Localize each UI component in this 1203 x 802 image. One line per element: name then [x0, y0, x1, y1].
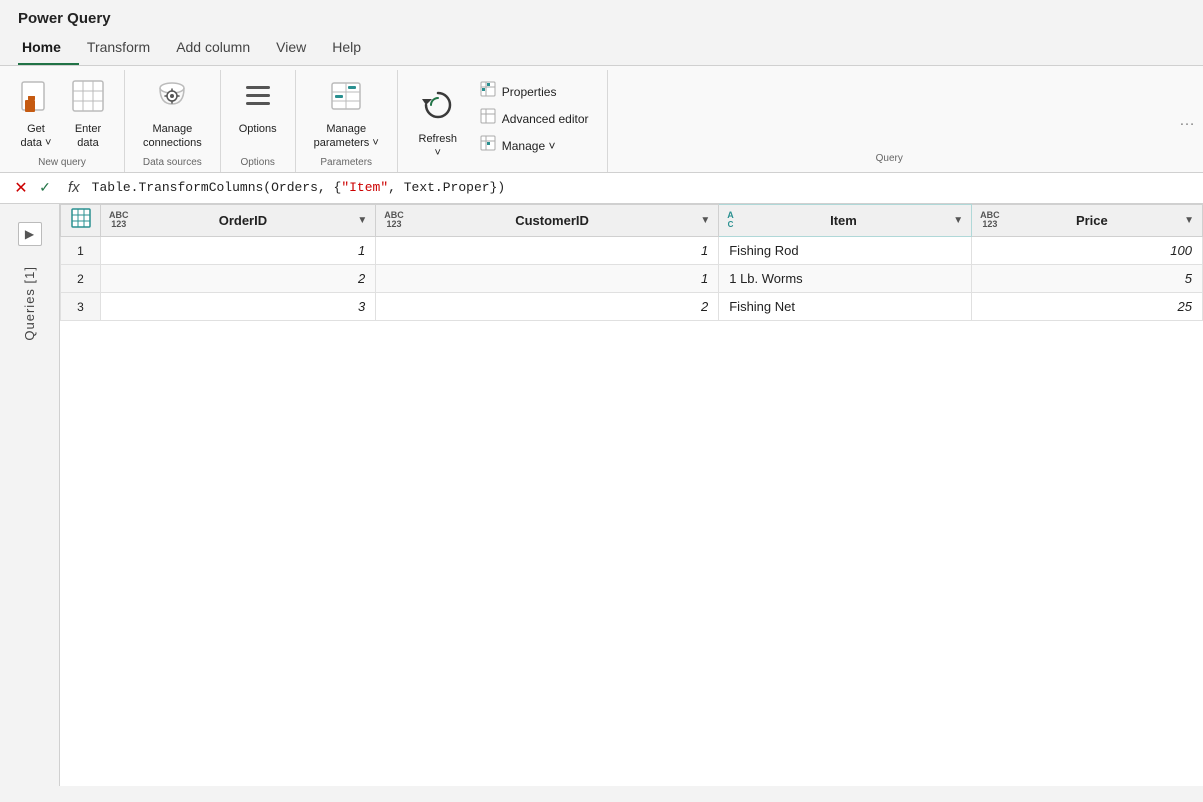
- properties-button[interactable]: Properties: [472, 78, 597, 105]
- manage-parameters-button[interactable]: Manageparameters ˅: [306, 74, 387, 155]
- data-sources-group-label: Data sources: [135, 155, 210, 172]
- advanced-editor-button[interactable]: Advanced editor: [472, 105, 597, 132]
- row2-item: 1 Lb. Worms: [719, 265, 972, 293]
- row3-order-id: 3: [101, 293, 376, 321]
- options-button[interactable]: Options: [231, 74, 285, 140]
- ribbon-group-options: Options Options: [221, 70, 296, 172]
- row2-customer-id: 1: [376, 265, 719, 293]
- price-col-label: Price: [1004, 213, 1180, 228]
- row1-customer-id: 1: [376, 237, 719, 265]
- data-area: ABC123 OrderID ▼ ABC123 CustomerID ▼: [60, 204, 1203, 786]
- row1-order-id: 1: [101, 237, 376, 265]
- manage-connections-button[interactable]: Manageconnections: [135, 74, 210, 155]
- row2-price: 5: [972, 265, 1203, 293]
- fx-label: fx: [68, 179, 80, 196]
- item-dropdown-icon[interactable]: ▼: [953, 215, 963, 226]
- ribbon-group-query: Refresh˅ Properties: [398, 70, 608, 172]
- options-label: Options: [239, 122, 277, 136]
- order-id-dropdown-icon[interactable]: ▼: [357, 215, 367, 226]
- advanced-editor-icon: [480, 108, 496, 129]
- query-right-buttons: Properties Advanced editor: [472, 74, 597, 163]
- customer-id-dropdown-icon[interactable]: ▼: [700, 215, 710, 226]
- enter-data-label: Enterdata: [75, 122, 101, 151]
- price-dropdown-icon[interactable]: ▼: [1184, 215, 1194, 226]
- get-data-icon: [18, 78, 54, 119]
- ribbon-tabs: Home Transform Add column View Help: [0, 31, 1203, 66]
- manage-parameters-icon: [328, 78, 364, 119]
- col-header-price[interactable]: ABC123 Price ▼: [972, 204, 1203, 237]
- refresh-button[interactable]: Refresh˅: [408, 82, 468, 165]
- formula-text: Table.TransformColumns(Orders, {"Item", …: [92, 180, 505, 195]
- manage-connections-icon: [154, 78, 190, 119]
- title-bar: Power Query: [0, 0, 1203, 27]
- table-grid-icon: [71, 215, 91, 232]
- new-query-group-label: New query: [10, 155, 114, 172]
- row3-price: 25: [972, 293, 1203, 321]
- queries-panel-label: Queries [1]: [22, 266, 37, 341]
- row-num-1: 1: [61, 237, 101, 265]
- order-id-type-icon: ABC123: [109, 211, 129, 231]
- table-row: 2 2 1 1 Lb. Worms 5: [61, 265, 1203, 293]
- formula-input[interactable]: Table.TransformColumns(Orders, {"Item", …: [92, 180, 1193, 195]
- table-row: 1 1 1 Fishing Rod 100: [61, 237, 1203, 265]
- data-table: ABC123 OrderID ▼ ABC123 CustomerID ▼: [60, 204, 1203, 322]
- ribbon-group-new-query: Getdata ˅ Enterdata New query: [0, 70, 125, 172]
- advanced-editor-label: Advanced editor: [502, 112, 589, 126]
- parameters-group-label: Parameters: [306, 155, 387, 172]
- col-header-order-id[interactable]: ABC123 OrderID ▼: [101, 204, 376, 237]
- ribbon-group-data-sources: Manageconnections Data sources: [125, 70, 221, 172]
- table-header-row: ABC123 OrderID ▼ ABC123 CustomerID ▼: [61, 204, 1203, 237]
- row3-item: Fishing Net: [719, 293, 972, 321]
- refresh-label: Refresh˅: [419, 132, 458, 161]
- query-group-label-bottom: Query: [608, 151, 1172, 168]
- tab-transform[interactable]: Transform: [83, 31, 168, 65]
- properties-label: Properties: [502, 85, 557, 99]
- row3-customer-id: 2: [376, 293, 719, 321]
- row2-order-id: 2: [101, 265, 376, 293]
- manage-connections-label: Manageconnections: [143, 122, 202, 151]
- ribbon: Getdata ˅ Enterdata New query: [0, 66, 1203, 173]
- manage-icon: [480, 135, 496, 156]
- collapse-queries-button[interactable]: ▶: [18, 222, 42, 246]
- options-icon: [240, 78, 276, 119]
- item-type-icon: AC: [727, 211, 734, 231]
- refresh-icon: [419, 86, 457, 129]
- table-row: 3 3 2 Fishing Net 25: [61, 293, 1203, 321]
- enter-data-button[interactable]: Enterdata: [62, 74, 114, 155]
- table-icon-cell[interactable]: [61, 204, 101, 237]
- price-type-icon: ABC123: [980, 211, 1000, 231]
- row1-item: Fishing Rod: [719, 237, 972, 265]
- formula-bar: ✕ ✓ fx Table.TransformColumns(Orders, {"…: [0, 173, 1203, 204]
- properties-icon: [480, 81, 496, 102]
- manage-parameters-label: Manageparameters ˅: [314, 122, 379, 151]
- order-id-col-label: OrderID: [133, 213, 354, 228]
- get-data-label: Getdata ˅: [21, 122, 52, 151]
- ribbon-group-parameters: Manageparameters ˅ Parameters: [296, 70, 398, 172]
- formula-confirm-button[interactable]: ✓: [34, 177, 56, 199]
- row1-price: 100: [972, 237, 1203, 265]
- item-col-label: Item: [738, 213, 949, 228]
- queries-panel: ▶ Queries [1]: [0, 204, 60, 786]
- get-data-button[interactable]: Getdata ˅: [10, 74, 62, 155]
- tab-add-column[interactable]: Add column: [172, 31, 268, 65]
- options-group-label: Options: [231, 155, 285, 172]
- manage-label: Manage ˅: [502, 139, 556, 153]
- tab-help[interactable]: Help: [328, 31, 379, 65]
- manage-button[interactable]: Manage ˅: [472, 132, 597, 159]
- formula-cancel-button[interactable]: ✕: [10, 177, 32, 199]
- col-header-item[interactable]: AC Item ▼: [719, 204, 972, 237]
- tab-home[interactable]: Home: [18, 31, 79, 65]
- row-num-3: 3: [61, 293, 101, 321]
- app-title: Power Query: [18, 10, 111, 27]
- main-area: ▶ Queries [1]: [0, 204, 1203, 786]
- ribbon-more-button[interactable]: …: [1171, 70, 1203, 172]
- col-header-customer-id[interactable]: ABC123 CustomerID ▼: [376, 204, 719, 237]
- customer-id-type-icon: ABC123: [384, 211, 404, 231]
- tab-view[interactable]: View: [272, 31, 324, 65]
- row-num-2: 2: [61, 265, 101, 293]
- customer-id-col-label: CustomerID: [408, 213, 697, 228]
- enter-data-icon: [70, 78, 106, 119]
- formula-bar-buttons: ✕ ✓: [10, 177, 56, 199]
